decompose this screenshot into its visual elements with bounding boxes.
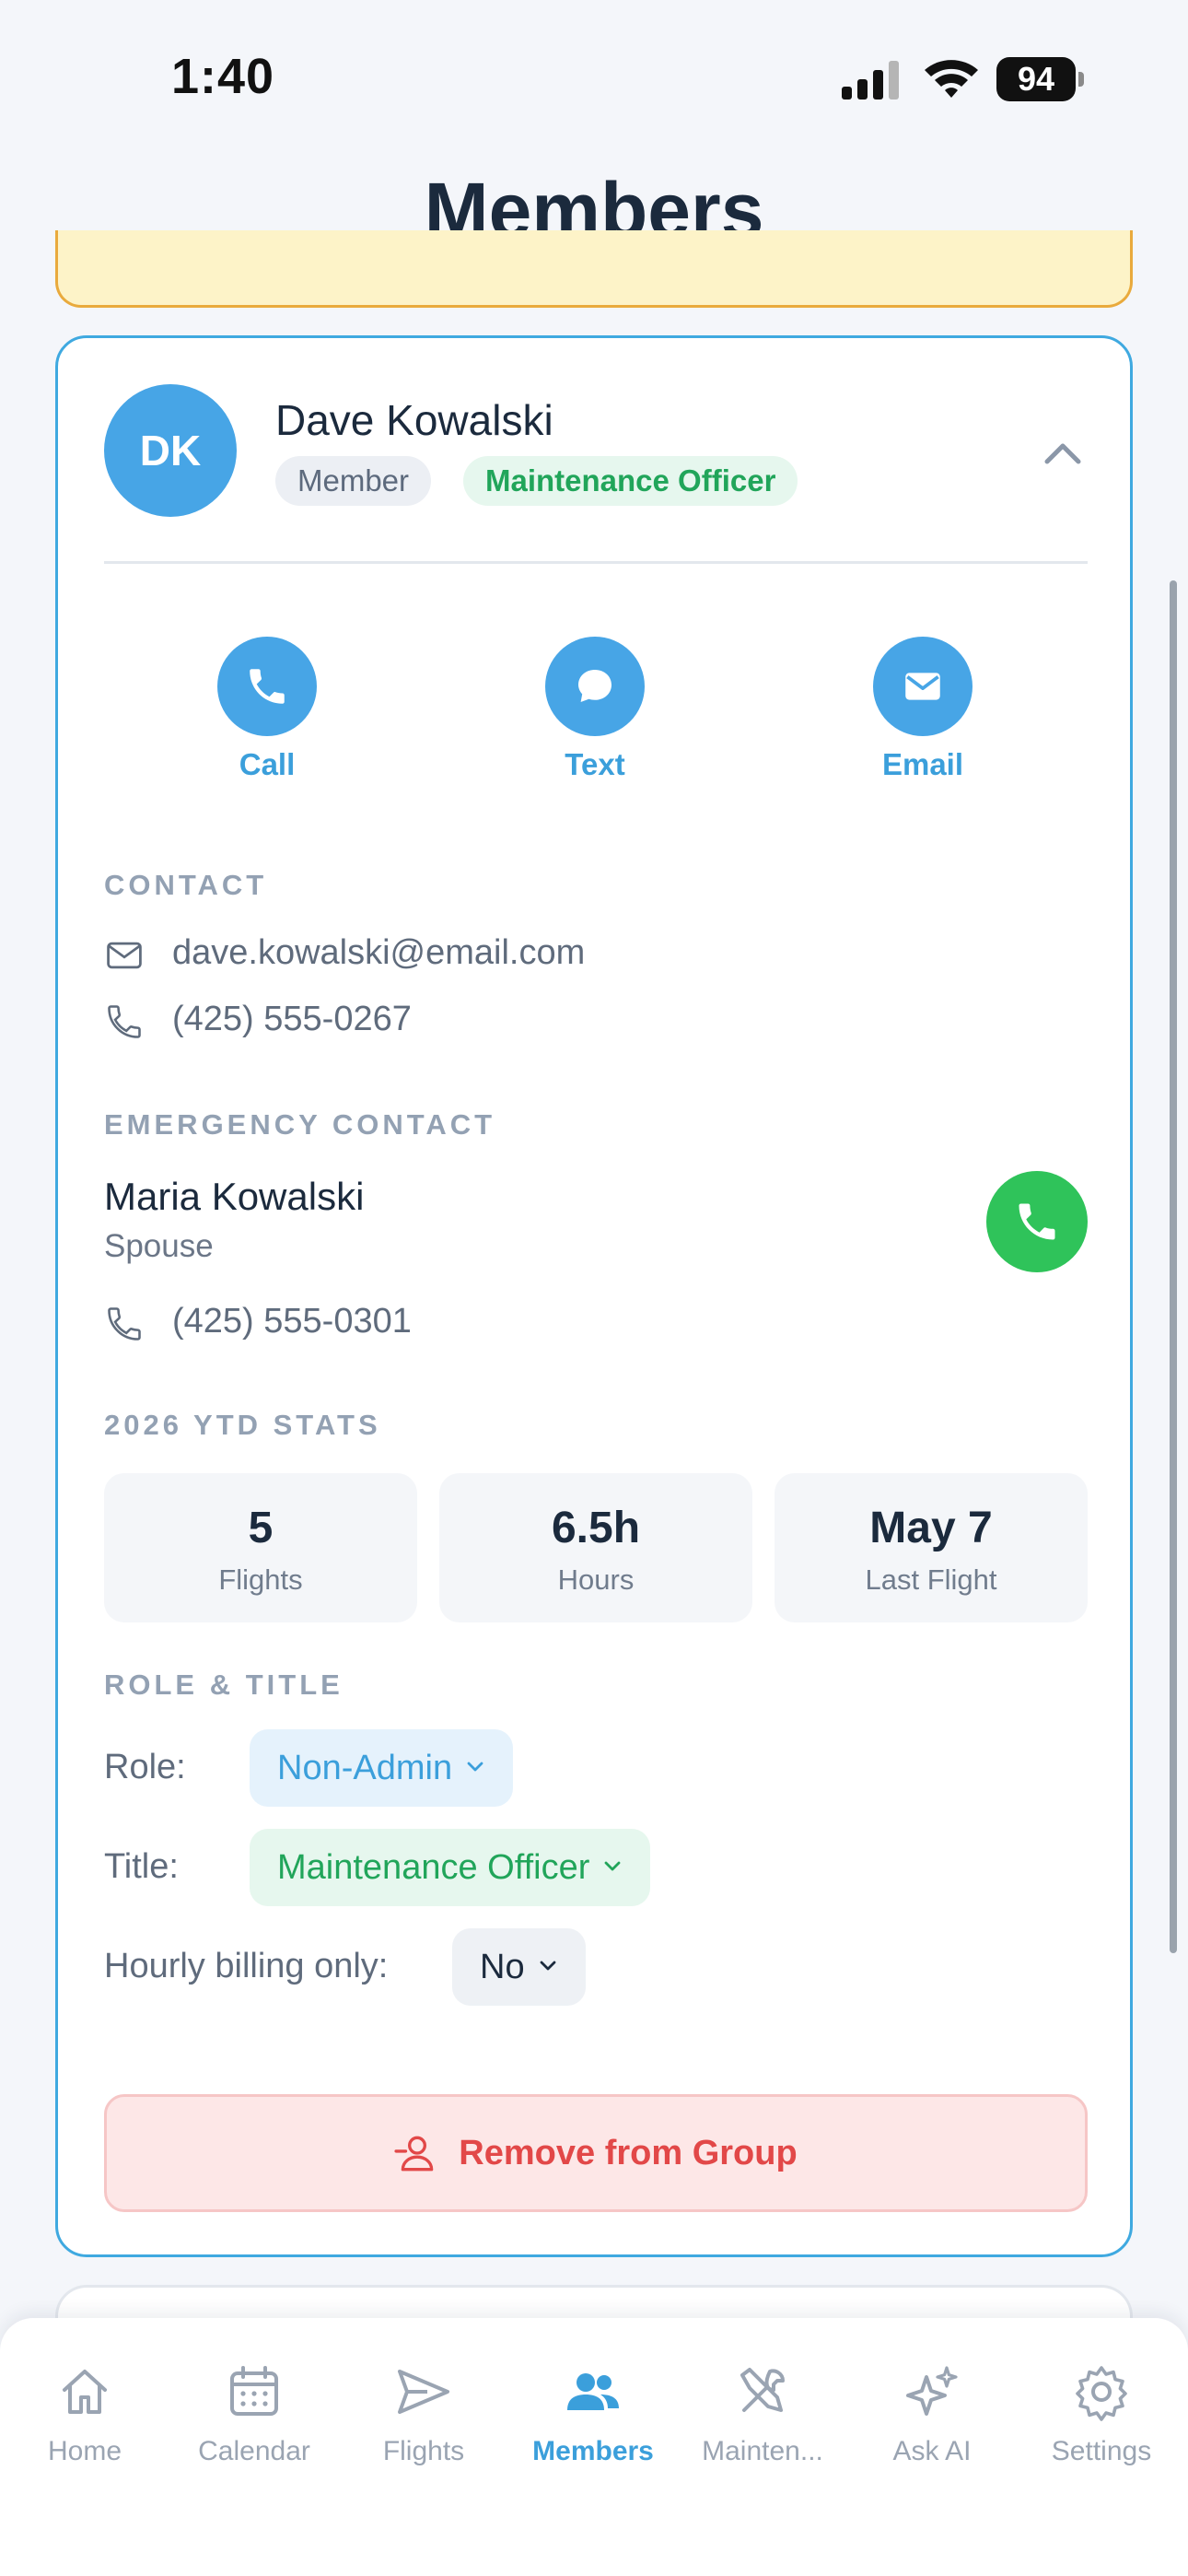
contact-phone[interactable]: (425) 555-0267	[172, 1000, 412, 1039]
phone-icon	[1019, 1203, 1055, 1240]
text-action-circle[interactable]	[545, 637, 645, 736]
text-button[interactable]: Text	[503, 637, 687, 802]
tab-calendar-label: Calendar	[198, 2436, 310, 2466]
header-divider	[104, 561, 1088, 564]
stat-flights: 5 Flights	[104, 1473, 417, 1622]
tab-maintenance-label: Mainten...	[702, 2436, 823, 2466]
tab-calendar[interactable]: Calendar	[169, 2362, 339, 2482]
tab-ask-ai-label: Ask AI	[892, 2436, 972, 2466]
emergency-contact-phone[interactable]: (425) 555-0301	[172, 1302, 412, 1341]
emergency-contact-relationship: Spouse	[104, 1228, 214, 1264]
tab-home[interactable]: Home	[0, 2362, 169, 2482]
tab-settings[interactable]: Settings	[1017, 2362, 1186, 2482]
email-label: Email	[881, 747, 964, 781]
role-dropdown-value: Non-Admin	[277, 1749, 453, 1787]
tab-ask-ai[interactable]: Ask AI	[847, 2362, 1017, 2482]
member-role-badge: Member	[275, 456, 432, 506]
battery-icon: 94	[996, 57, 1085, 101]
paper-plane-icon	[398, 2370, 449, 2414]
gear-icon	[1076, 2366, 1127, 2421]
sparkles-icon	[906, 2366, 958, 2416]
email-button[interactable]: Email	[831, 637, 1015, 802]
tab-maintenance[interactable]: Mainten...	[678, 2362, 847, 2482]
tab-flights-label: Flights	[382, 2436, 465, 2466]
billing-dropdown-value: No	[480, 1948, 525, 1986]
stat-last-flight: May 7 Last Flight	[775, 1473, 1088, 1622]
email-action-circle[interactable]	[873, 637, 973, 736]
wifi-icon	[925, 60, 978, 98]
tools-icon	[740, 2368, 785, 2412]
stat-hours-label: Hours	[557, 1563, 635, 1596]
chevron-down-icon	[540, 1961, 555, 1971]
status-time: 1:40	[171, 49, 275, 104]
title-label: Title:	[104, 1847, 179, 1886]
phone-outline-icon	[108, 1005, 141, 1038]
text-label: Text	[565, 747, 625, 781]
billing-dropdown[interactable]: No	[452, 1928, 586, 2006]
remove-from-group-button[interactable]: Remove from Group	[104, 2094, 1088, 2212]
call-label: Call	[239, 747, 296, 781]
billing-label: Hourly billing only:	[104, 1947, 389, 1985]
calendar-icon	[230, 2366, 278, 2416]
role-dropdown[interactable]: Non-Admin	[250, 1729, 514, 1807]
role-title-section-label: ROLE & TITLE	[104, 1669, 344, 1701]
title-dropdown[interactable]: Maintenance Officer	[250, 1829, 651, 1906]
tab-flights[interactable]: Flights	[339, 2362, 508, 2482]
member-name: Dave Kowalski	[275, 396, 553, 444]
tab-members-label: Members	[532, 2436, 654, 2466]
emergency-contact-section-label: EMERGENCY CONTACT	[104, 1108, 496, 1141]
avatar: DK	[104, 384, 237, 517]
contact-email[interactable]: dave.kowalski@email.com	[172, 933, 585, 973]
emergency-contact-name: Maria Kowalski	[104, 1175, 365, 1218]
chevron-down-icon	[467, 1762, 483, 1772]
stat-flights-label: Flights	[218, 1563, 303, 1596]
status-bar: 1:40 94	[0, 0, 1188, 157]
call-button[interactable]: Call	[175, 637, 359, 802]
stat-last-flight-label: Last Flight	[865, 1563, 997, 1596]
remove-from-group-label: Remove from Group	[459, 2133, 798, 2172]
tab-home-label: Home	[47, 2436, 122, 2466]
battery-level: 94	[996, 57, 1076, 101]
remove-user-icon	[394, 2136, 434, 2172]
stats-section-label: 2026 YTD STATS	[104, 1409, 381, 1441]
emergency-call-button[interactable]	[986, 1171, 1088, 1272]
previous-member-card[interactable]	[55, 230, 1133, 308]
home-icon	[63, 2370, 107, 2414]
mail-outline-icon	[107, 942, 142, 969]
contact-section-label: CONTACT	[104, 869, 268, 901]
chat-bubble-icon	[578, 670, 611, 702]
stat-last-flight-value: May 7	[869, 1504, 993, 1552]
role-label: Role:	[104, 1748, 186, 1786]
phone-icon	[250, 669, 285, 704]
tab-settings-label: Settings	[1051, 2436, 1152, 2466]
title-dropdown-value: Maintenance Officer	[277, 1848, 590, 1887]
chevron-up-icon[interactable]	[1040, 430, 1086, 476]
tab-members[interactable]: Members	[508, 2362, 678, 2482]
member-card: DK Dave Kowalski Member Maintenance Offi…	[55, 335, 1133, 2257]
tab-bar: Home Calendar Flights Members Mainten...	[0, 2318, 1188, 2576]
stat-hours-value: 6.5h	[551, 1504, 641, 1552]
call-action-circle[interactable]	[217, 637, 317, 736]
stat-flights-value: 5	[248, 1504, 274, 1552]
chevron-down-icon	[604, 1861, 621, 1871]
mail-icon	[905, 673, 940, 700]
cellular-signal-icon	[842, 61, 899, 100]
member-title-badge: Maintenance Officer	[463, 456, 798, 506]
people-icon	[567, 2373, 619, 2410]
scrollbar[interactable]	[1170, 580, 1177, 1953]
phone-outline-icon	[108, 1307, 141, 1341]
stat-hours: 6.5h Hours	[439, 1473, 752, 1622]
